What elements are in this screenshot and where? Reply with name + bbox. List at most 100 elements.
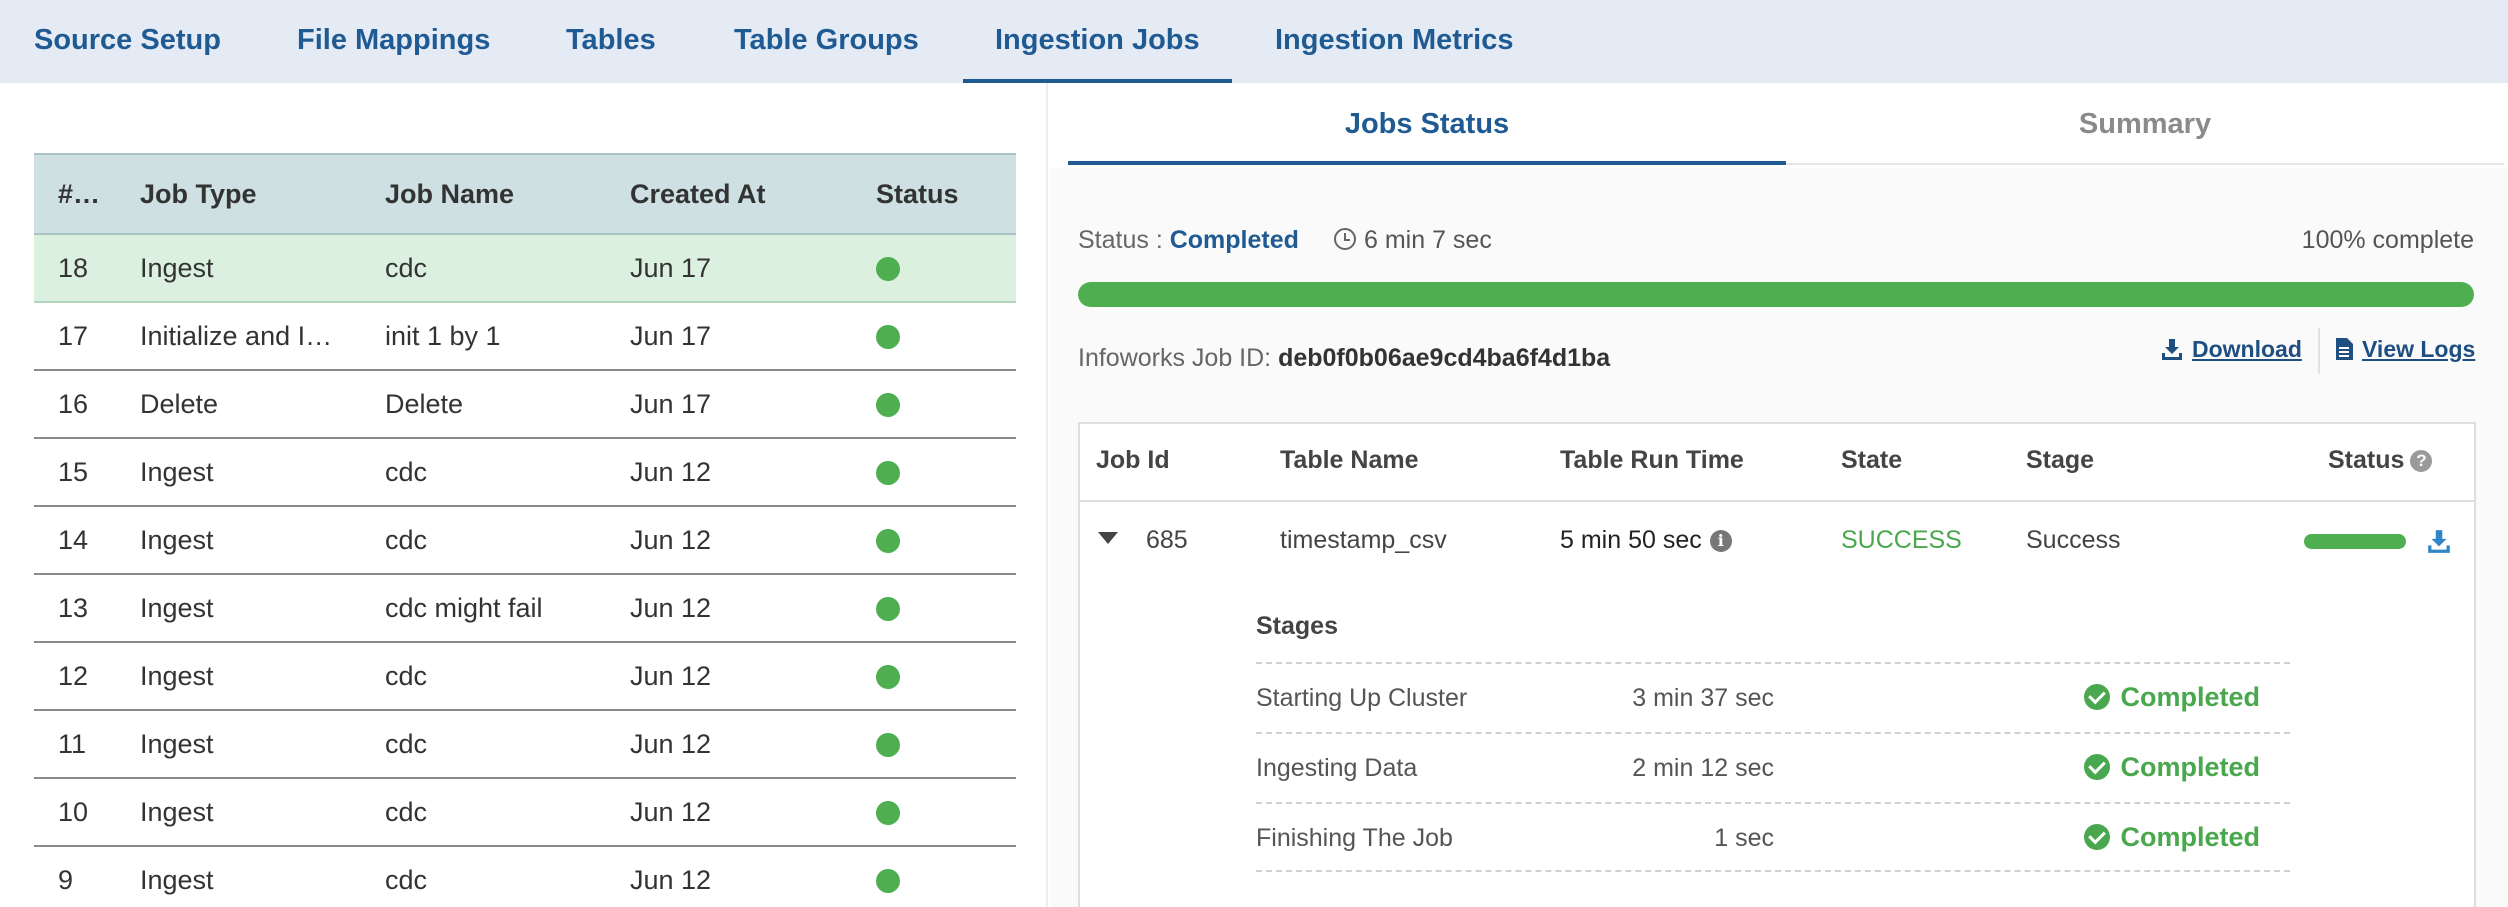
cell-number: 16 [34,370,140,439]
status-dot-icon [876,869,900,894]
cell-job-type: Ingest [140,234,385,303]
status-dot-icon [876,733,900,758]
status-dot-icon [876,597,900,622]
cell-status [876,710,1016,779]
stage-row: Ingesting Data 2 min 12 sec Completed [1256,732,2290,802]
caret-down-icon[interactable] [1098,532,1118,544]
download-icon[interactable] [2426,528,2452,554]
cell-status [876,574,1016,643]
cell-job-name: cdc [385,642,630,711]
col-header-table-run-time[interactable]: Table Run Time [1560,446,1744,475]
job-id-line: Infoworks Job ID: deb0f0b06ae9cd4ba6f4d1… [1078,344,1610,373]
stage-status-label: Completed [2120,752,2260,782]
cell-job-id: 685 [1146,526,1188,554]
cell-status [876,370,1016,439]
cell-status [876,438,1016,507]
table-row[interactable]: 9 Ingest cdc Jun 12 [34,846,1016,907]
tab-ingestion-jobs[interactable]: Ingestion Jobs [963,0,1232,83]
table-row[interactable]: 16 Delete Delete Jun 17 [34,370,1016,439]
status-dot-icon [876,801,900,826]
cell-created-at: Jun 12 [630,778,876,847]
tab-table-groups[interactable]: Table Groups [734,0,919,83]
cell-number: 15 [34,438,140,507]
stage-time: 1 sec [1714,824,1774,852]
cell-number: 9 [34,846,140,907]
col-header-state[interactable]: State [1841,446,1902,475]
cell-job-name: cdc [385,234,630,303]
table-row[interactable]: 12 Ingest cdc Jun 12 [34,642,1016,711]
cell-job-type: Delete [140,370,385,439]
job-progress-fill [1078,282,2474,307]
status-header-label: Status [2328,446,2405,474]
cell-status [876,778,1016,847]
status-dot-icon [876,665,900,690]
info-icon[interactable]: i [1709,530,1732,552]
cell-job-type: Ingest [140,574,385,643]
stage-name: Starting Up Cluster [1256,684,1468,712]
tab-tables[interactable]: Tables [566,0,656,83]
tab-file-mappings[interactable]: File Mappings [297,0,490,83]
action-separator [2318,328,2320,374]
table-row[interactable]: 15 Ingest cdc Jun 12 [34,438,1016,507]
check-circle-icon [2084,754,2111,780]
tab-source-setup[interactable]: Source Setup [34,0,221,83]
table-row[interactable]: 14 Ingest cdc Jun 12 [34,506,1016,575]
col-header-status[interactable]: Status? [2328,446,2433,475]
col-header-status[interactable]: Status [876,153,1016,235]
table-row[interactable]: 11 Ingest cdc Jun 12 [34,710,1016,779]
table-row[interactable]: 13 Ingest cdc might fail Jun 12 [34,574,1016,643]
cell-created-at: Jun 12 [630,438,876,507]
download-label: Download [2192,336,2302,362]
col-header-job-name[interactable]: Job Name [385,153,630,235]
cell-number: 11 [34,710,140,779]
cell-created-at: Jun 12 [630,506,876,575]
cell-job-name: cdc [385,846,630,907]
status-dot-icon [876,325,900,350]
cell-job-type: Initialize and I… [140,302,385,371]
stage-status: Completed [2084,682,2260,713]
help-icon[interactable]: ? [2410,450,2433,472]
col-header-stage[interactable]: Stage [2026,446,2094,475]
col-header-job-id[interactable]: Job Id [1096,446,1170,475]
cell-job-type: Ingest [140,506,385,575]
clock-icon [1334,228,1356,250]
col-header-table-name[interactable]: Table Name [1280,446,1418,475]
tab-jobs-status[interactable]: Jobs Status [1068,83,1786,165]
stage-status-label: Completed [2120,822,2260,852]
cell-created-at: Jun 12 [630,642,876,711]
row-progress-bar [2304,534,2406,549]
cell-number: 12 [34,642,140,711]
col-header-created-at[interactable]: Created At [630,153,876,235]
run-time-value: 5 min 50 sec [1560,526,1702,554]
view-logs-link[interactable]: View Logs [2334,336,2475,363]
download-icon [2162,339,2182,360]
cell-created-at: Jun 17 [630,234,876,303]
table-row[interactable]: 18 Ingest cdc Jun 17 [34,234,1016,303]
cell-status [876,506,1016,575]
cell-job-name: cdc might fail [385,574,630,643]
cell-table-name: timestamp_csv [1280,526,1447,554]
status-dot-icon [876,529,900,554]
table-row[interactable]: 10 Ingest cdc Jun 12 [34,778,1016,847]
col-header-job-type[interactable]: Job Type [140,153,385,235]
stage-status: Completed [2084,752,2260,783]
percent-complete: 100% complete [2301,226,2474,254]
cell-job-name: init 1 by 1 [385,302,630,371]
download-link[interactable]: Download [2160,336,2302,363]
job-duration: 6 min 7 sec [1364,226,1492,254]
tab-summary[interactable]: Summary [1786,83,2504,165]
stage-status-label: Completed [2120,682,2260,712]
status-value: Completed [1169,226,1299,254]
table-row[interactable]: 17 Initialize and I… init 1 by 1 Jun 17 [34,302,1016,371]
panel-divider [1046,83,1048,907]
cell-created-at: Jun 12 [630,574,876,643]
cell-job-type: Ingest [140,778,385,847]
cell-created-at: Jun 12 [630,710,876,779]
tab-ingestion-metrics[interactable]: Ingestion Metrics [1275,0,1514,83]
col-header-number[interactable]: #… [34,153,140,235]
stage-time: 2 min 12 sec [1632,754,1774,782]
jobs-table-header: #… Job Type Job Name Created At Status [34,153,1016,235]
jobs-list-panel: #… Job Type Job Name Created At Status 1… [34,153,1016,907]
cell-number: 10 [34,778,140,847]
cell-number: 13 [34,574,140,643]
